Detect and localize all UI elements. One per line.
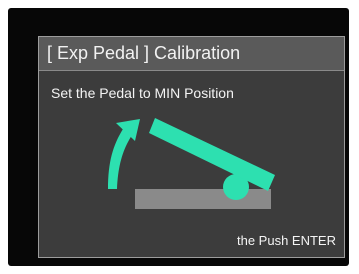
pedal-illustration — [108, 118, 275, 209]
pedal-base — [135, 189, 271, 209]
pedal-board — [149, 118, 275, 191]
arrow-shaft — [108, 129, 132, 189]
device-screen: [ Exp Pedal ] Calibration Set the Pedal … — [8, 8, 349, 266]
calibration-dialog: [ Exp Pedal ] Calibration Set the Pedal … — [38, 36, 345, 258]
push-enter-hint: the Push ENTER — [237, 233, 336, 248]
